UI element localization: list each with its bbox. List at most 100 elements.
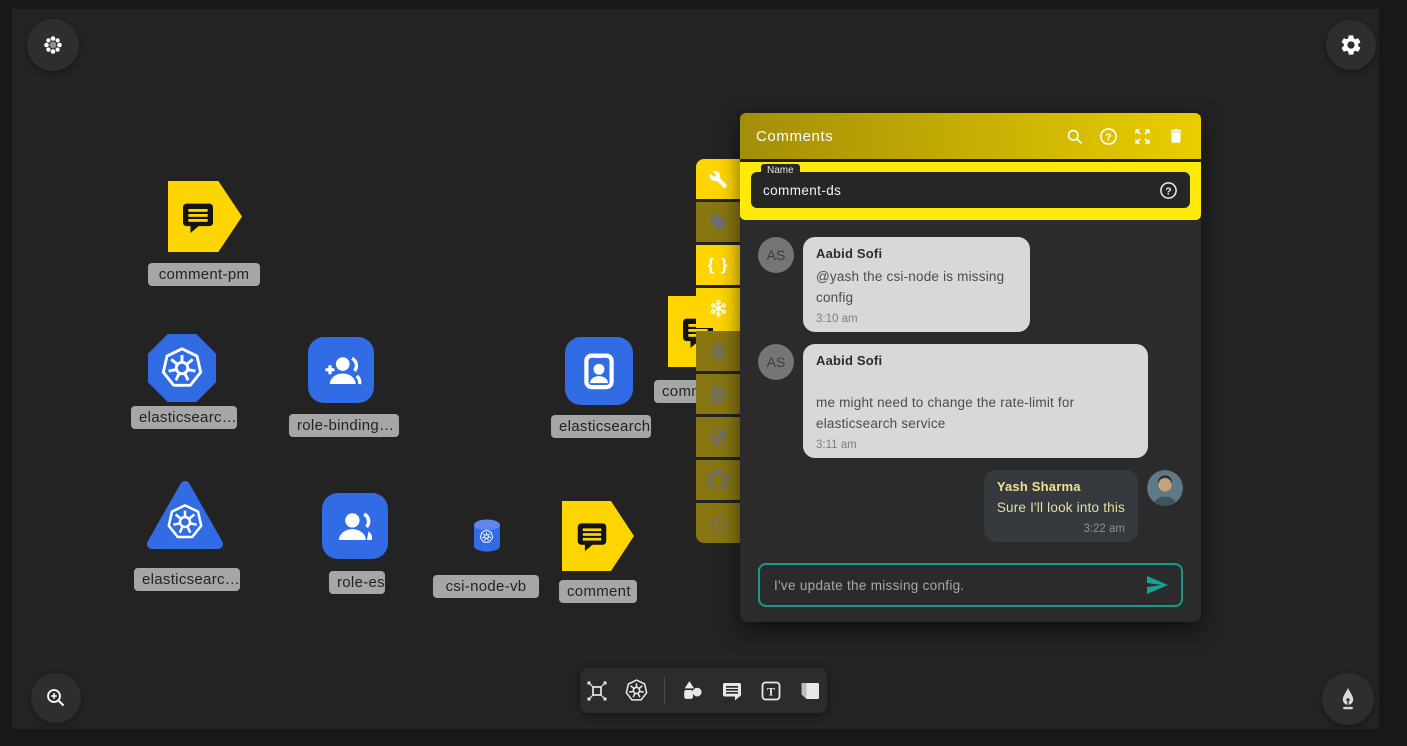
name-input[interactable]: Name comment-ds ? bbox=[751, 172, 1190, 208]
shape-palette-toolbar: T bbox=[580, 668, 827, 713]
frame-border bbox=[0, 0, 12, 746]
kubernetes-wheel-icon bbox=[165, 502, 205, 542]
tool-github[interactable] bbox=[696, 460, 740, 500]
github-icon bbox=[708, 470, 728, 490]
node-graph-tool[interactable] bbox=[585, 679, 609, 703]
search-button[interactable] bbox=[1057, 121, 1091, 151]
svg-text:?: ? bbox=[1105, 132, 1111, 143]
node-role-binding[interactable] bbox=[308, 337, 374, 403]
tool-mesh[interactable] bbox=[696, 288, 740, 328]
doc-search-icon bbox=[709, 385, 728, 404]
wrench-icon bbox=[709, 170, 728, 189]
send-icon[interactable] bbox=[1145, 573, 1169, 597]
avatar: AS bbox=[758, 237, 794, 273]
expand-button[interactable] bbox=[1125, 121, 1159, 151]
name-field-value: comment-ds bbox=[763, 183, 1159, 198]
node-elasticsearch-triangle[interactable] bbox=[145, 477, 225, 557]
node-graph-icon bbox=[585, 679, 609, 703]
comment-message: Yash Sharma Sure I'll look into this 3:2… bbox=[758, 470, 1183, 542]
node-comment[interactable] bbox=[562, 501, 634, 571]
node-elasticsearch-octagon[interactable] bbox=[148, 334, 216, 402]
toolbar-divider bbox=[664, 677, 665, 705]
node-comment-pm[interactable] bbox=[168, 181, 242, 252]
message-bubble: Aabid Sofi me might need to change the r… bbox=[803, 344, 1148, 458]
braces-icon: { } bbox=[708, 255, 729, 275]
node-label: csi-node-vb bbox=[433, 575, 539, 598]
note-icon bbox=[798, 679, 822, 703]
zoom-in-button[interactable] bbox=[31, 673, 81, 723]
tool-json-config[interactable]: { } bbox=[696, 245, 740, 285]
add-user-icon bbox=[320, 349, 362, 391]
node-action-toolbar: { } bbox=[696, 159, 740, 543]
kubernetes-tool[interactable] bbox=[624, 678, 649, 703]
avatar-photo bbox=[1147, 470, 1183, 506]
message-bubble: Yash Sharma Sure I'll look into this 3:2… bbox=[984, 470, 1138, 542]
comments-thread: AS Aabid Sofi @yash the csi-node is miss… bbox=[740, 220, 1201, 622]
message-author: Yash Sharma bbox=[997, 479, 1125, 494]
gear-icon bbox=[709, 342, 728, 361]
tool-configure[interactable] bbox=[696, 159, 740, 199]
message-author: Aabid Sofi bbox=[816, 353, 1135, 368]
kubernetes-wheel-icon bbox=[479, 529, 494, 544]
name-field-label: Name bbox=[761, 164, 800, 178]
frame-border bbox=[0, 729, 1407, 746]
id-badge-icon bbox=[578, 350, 620, 392]
message-bubble: Aabid Sofi @yash the csi-node is missing… bbox=[803, 237, 1030, 332]
kubernetes-wheel-icon bbox=[624, 678, 649, 703]
comments-panel-header: Comments ? bbox=[740, 113, 1201, 159]
flower-icon bbox=[41, 33, 65, 57]
search-icon bbox=[1065, 127, 1084, 146]
help-icon: ? bbox=[1099, 127, 1118, 146]
name-field-section: Name comment-ds ? bbox=[740, 159, 1201, 220]
tool-labels[interactable] bbox=[696, 202, 740, 242]
gear-icon bbox=[1339, 33, 1363, 57]
panel-title: Comments bbox=[756, 128, 1057, 145]
comment-icon bbox=[178, 197, 218, 237]
comment-input[interactable]: I've update the missing config. bbox=[758, 563, 1183, 607]
tag-icon bbox=[709, 213, 728, 232]
tool-settings[interactable] bbox=[696, 331, 740, 371]
shield-icon bbox=[709, 428, 728, 447]
magnifier-plus-icon bbox=[44, 686, 68, 710]
node-label: comment bbox=[559, 580, 637, 603]
comment-message: AS Aabid Sofi me might need to change th… bbox=[758, 344, 1183, 458]
delete-button[interactable] bbox=[1159, 121, 1193, 151]
tool-inspect[interactable] bbox=[696, 374, 740, 414]
message-time: 3:10 am bbox=[816, 313, 1017, 325]
frame-border bbox=[0, 0, 1407, 9]
comment-tool[interactable] bbox=[720, 679, 744, 703]
comment-input-value: I've update the missing config. bbox=[774, 578, 1145, 593]
tool-history[interactable] bbox=[696, 503, 740, 543]
node-elasticsearch-serviceaccount[interactable] bbox=[565, 337, 633, 405]
node-label: elasticsearch bbox=[551, 415, 651, 438]
history-icon bbox=[709, 514, 728, 533]
note-tool[interactable] bbox=[798, 679, 822, 703]
node-label: role-binding… bbox=[289, 414, 399, 437]
shapes-tool[interactable] bbox=[680, 678, 705, 703]
help-icon[interactable]: ? bbox=[1159, 181, 1178, 200]
kubernetes-wheel-icon bbox=[159, 345, 205, 391]
text-tool[interactable]: T bbox=[759, 679, 783, 703]
message-time: 3:22 am bbox=[997, 523, 1125, 535]
node-role-es[interactable] bbox=[322, 493, 388, 559]
pen-nib-icon bbox=[1335, 686, 1361, 712]
shapes-icon bbox=[680, 678, 705, 703]
menu-button[interactable] bbox=[27, 19, 79, 71]
help-button[interactable]: ? bbox=[1091, 121, 1125, 151]
person-photo-icon bbox=[1147, 470, 1183, 506]
node-label: elasticsearc… bbox=[131, 406, 237, 429]
comment-icon bbox=[720, 679, 744, 703]
app-canvas: comment-pm elasticsearc… role-binding… e… bbox=[0, 0, 1407, 746]
pen-tool-button[interactable] bbox=[1322, 673, 1374, 725]
svg-text:?: ? bbox=[1165, 186, 1171, 197]
node-label: elasticsearc… bbox=[134, 568, 240, 591]
node-csi-node-vb[interactable] bbox=[470, 518, 504, 554]
message-text: @yash the csi-node is missing config bbox=[816, 266, 1017, 308]
node-label: comment-pm bbox=[148, 263, 260, 286]
text-tool-icon: T bbox=[759, 679, 783, 703]
comment-message: AS Aabid Sofi @yash the csi-node is miss… bbox=[758, 237, 1183, 332]
settings-button[interactable] bbox=[1326, 20, 1376, 70]
avatar: AS bbox=[758, 344, 794, 380]
tool-security[interactable] bbox=[696, 417, 740, 457]
message-author: Aabid Sofi bbox=[816, 246, 1017, 261]
